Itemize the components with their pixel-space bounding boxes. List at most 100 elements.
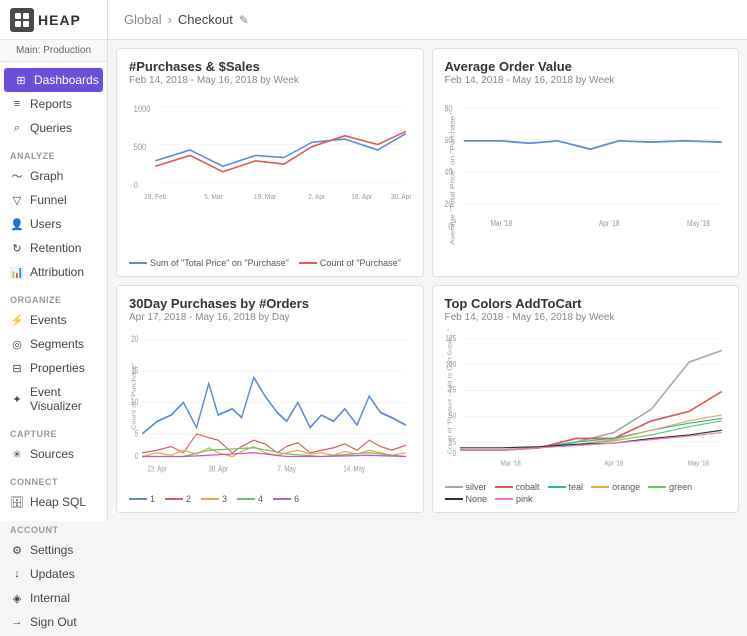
grid-icon: ⊞: [14, 73, 28, 87]
legend-line: [445, 486, 463, 488]
sidebar-item-retention[interactable]: ↻ Retention: [0, 236, 107, 260]
svg-text:16. Apr: 16. Apr: [351, 193, 372, 202]
svg-text:Mar '18: Mar '18: [490, 218, 512, 228]
breadcrumb-parent[interactable]: Global: [124, 12, 162, 27]
chart1-area: 1000 500 0 19. Feb 5. Mar 19. Mar 2. Apr: [129, 90, 411, 254]
chart4-legend: silver cobalt teal orange green: [445, 482, 727, 504]
signout-icon: →: [10, 615, 24, 629]
sidebar-item-sources[interactable]: ✳ Sources: [0, 442, 107, 466]
legend-line: [548, 486, 566, 488]
sidebar-item-queries[interactable]: ⌕ Queries: [0, 116, 107, 140]
sidebar-item-dashboards[interactable]: ⊞ Dashboards: [4, 68, 103, 92]
events-icon: ⚡: [10, 313, 24, 327]
legend-label: cobalt: [516, 482, 540, 492]
svg-text:0: 0: [135, 451, 139, 461]
sidebar-item-users[interactable]: 👤 Users: [0, 212, 107, 236]
sidebar-item-event-visualizer[interactable]: ✦ Event Visualizer: [0, 380, 107, 418]
users-icon: 👤: [10, 217, 24, 231]
chart3-area: 20 15 10 5 0 Count of "Purchase": [129, 327, 411, 491]
svg-text:500: 500: [134, 142, 147, 152]
sidebar-item-sign-out[interactable]: → Sign Out: [0, 610, 107, 634]
svg-text:23. Apr: 23. Apr: [147, 463, 167, 473]
sidebar-item-properties[interactable]: ⊟ Properties: [0, 356, 107, 380]
sidebar-item-label: Properties: [30, 361, 85, 375]
updates-icon: ↓: [10, 567, 24, 581]
legend-line: [591, 486, 609, 488]
legend-line: [129, 498, 147, 500]
wave-icon: 〜: [10, 169, 24, 183]
sidebar-item-reports[interactable]: ≡ Reports: [0, 92, 107, 116]
legend-item: 1: [129, 494, 155, 504]
legend-line: [299, 262, 317, 264]
legend-item: 6: [273, 494, 299, 504]
chart-avg-order: Average Order Value Feb 14, 2018 - May 1…: [432, 48, 740, 277]
legend-item: orange: [591, 482, 640, 492]
logo-text: HEAP: [38, 12, 81, 28]
logo-area: HEAP: [0, 0, 107, 40]
sidebar-item-label: Queries: [30, 121, 72, 135]
sidebar-item-label: Settings: [30, 543, 73, 557]
legend-item: 3: [201, 494, 227, 504]
sidebar-item-events[interactable]: ⚡ Events: [0, 308, 107, 332]
legend-item: None: [445, 494, 488, 504]
sidebar-item-label: Users: [30, 217, 61, 231]
funnel-icon: ▽: [10, 193, 24, 207]
sidebar-item-segments[interactable]: ◎ Segments: [0, 332, 107, 356]
breadcrumb: Global › Checkout ✎: [124, 12, 249, 27]
svg-text:Mar '18: Mar '18: [500, 459, 520, 467]
sidebar: HEAP Main: Production ⊞ Dashboards ≡ Rep…: [0, 0, 108, 521]
legend-label: green: [669, 482, 692, 492]
legend-label: 2: [186, 494, 191, 504]
edit-icon[interactable]: ✎: [239, 13, 249, 27]
chart1-title: #Purchases & $Sales: [129, 59, 411, 74]
sidebar-item-funnel[interactable]: ▽ Funnel: [0, 188, 107, 212]
sidebar-item-label: Event Visualizer: [30, 385, 97, 413]
svg-text:Apr '18: Apr '18: [604, 459, 623, 467]
sidebar-item-settings[interactable]: ⚙ Settings: [0, 538, 107, 562]
account-label: Account: [0, 522, 107, 538]
account-section: Account ⚙ Settings ↓ Updates ◈ Internal …: [0, 516, 107, 636]
svg-text:30. Apr: 30. Apr: [208, 463, 228, 473]
sidebar-item-attribution[interactable]: 📊 Attribution: [0, 260, 107, 284]
retention-icon: ↻: [10, 241, 24, 255]
legend-label: Count of "Purchase": [320, 258, 401, 268]
analyze-section: Analyze 〜 Graph ▽ Funnel 👤 Users ↻ Reten…: [0, 142, 107, 286]
legend-item: pink: [495, 494, 533, 504]
main-content: Global › Checkout ✎ #Purchases & $Sales …: [108, 0, 747, 521]
sidebar-item-updates[interactable]: ↓ Updates: [0, 562, 107, 586]
sidebar-item-graph[interactable]: 〜 Graph: [0, 164, 107, 188]
legend-line: [201, 498, 219, 500]
svg-text:Average "Total Price" on "Purc: Average "Total Price" on "Purchase": [448, 112, 456, 245]
svg-text:May '18: May '18: [686, 218, 709, 228]
sidebar-item-label: Events: [30, 313, 67, 327]
svg-text:5. Mar: 5. Mar: [204, 193, 223, 202]
sidebar-item-internal[interactable]: ◈ Internal: [0, 586, 107, 610]
svg-text:Apr '18: Apr '18: [598, 218, 619, 228]
organize-label: Organize: [0, 292, 107, 308]
legend-line: [495, 498, 513, 500]
legend-label: 4: [258, 494, 263, 504]
capture-section: Capture ✳ Sources: [0, 420, 107, 468]
legend-line: [495, 486, 513, 488]
sidebar-item-label: Segments: [30, 337, 84, 351]
legend-label: orange: [612, 482, 640, 492]
legend-line: [445, 498, 463, 500]
search-icon: ⌕: [10, 121, 24, 135]
svg-text:Count of "Purchase": Count of "Purchase": [131, 361, 137, 429]
legend-label: None: [466, 494, 488, 504]
sidebar-item-heap-sql[interactable]: 🗄 Heap SQL: [0, 490, 107, 514]
sidebar-item-label: Sources: [30, 447, 74, 461]
attribution-icon: 📊: [10, 265, 24, 279]
sidebar-item-label: Graph: [30, 169, 63, 183]
segments-icon: ◎: [10, 337, 24, 351]
legend-item: silver: [445, 482, 487, 492]
legend-item: teal: [548, 482, 584, 492]
chart4-area: 125 100 75 50 25 0 Count of "Product - A…: [445, 327, 727, 480]
sidebar-item-label: Attribution: [30, 265, 84, 279]
chart2-area: 80 60 40 20 0 Average "Total Price" on "…: [445, 90, 727, 268]
sidebar-item-label: Dashboards: [34, 73, 99, 87]
internal-icon: ◈: [10, 591, 24, 605]
svg-text:2. Apr: 2. Apr: [308, 193, 326, 202]
bar-icon: ≡: [10, 97, 24, 111]
legend-label: 1: [150, 494, 155, 504]
